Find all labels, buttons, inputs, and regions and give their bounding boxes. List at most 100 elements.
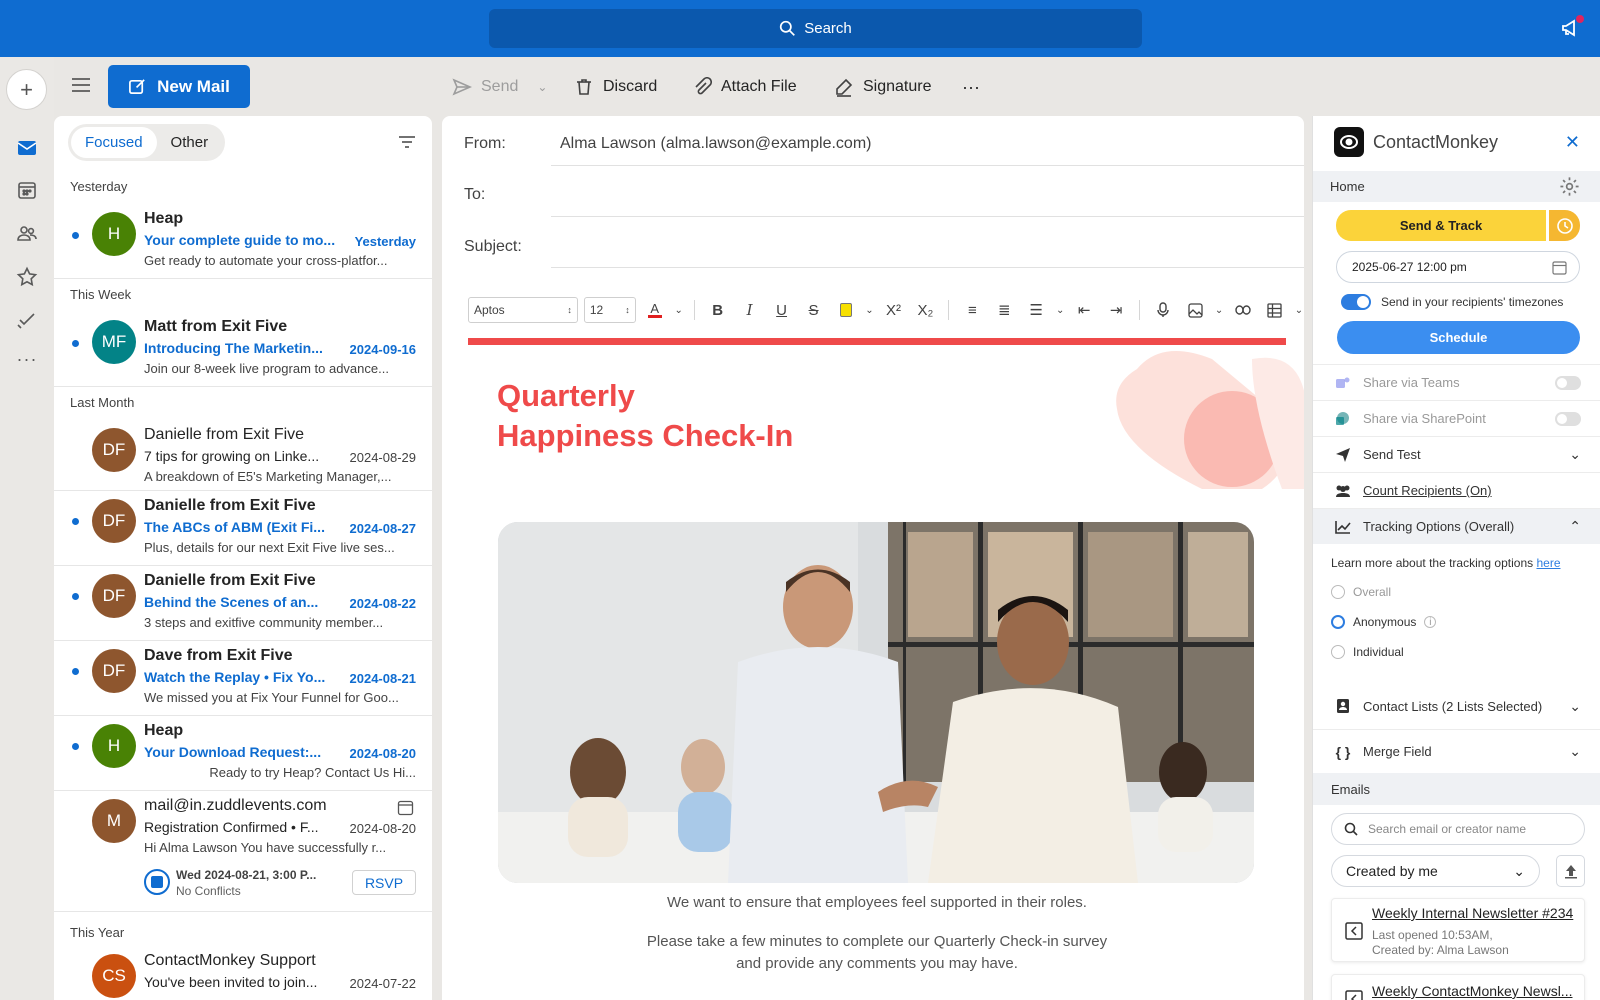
italic-icon[interactable]: I [737, 297, 763, 323]
new-mail-button[interactable]: New Mail [108, 65, 250, 108]
chevron-down-icon[interactable]: ⌄ [1569, 698, 1581, 715]
mail-item[interactable]: MF Matt from Exit Five Introducing The M… [54, 308, 432, 387]
tracking-options-row[interactable]: Tracking Options (Overall) ⌃ [1313, 508, 1600, 544]
chevron-down-icon[interactable]: ⌄ [864, 297, 874, 323]
add-app-button[interactable]: + [6, 69, 47, 110]
hamburger-menu-icon[interactable] [70, 76, 92, 94]
mail-item[interactable]: DF Danielle from Exit Five 7 tips for gr… [54, 416, 432, 491]
schedule-clock-button[interactable] [1549, 210, 1580, 241]
link-icon[interactable] [1230, 297, 1256, 323]
chevron-down-icon[interactable]: ⌄ [1569, 446, 1581, 463]
send-and-track-button[interactable]: Send & Track [1336, 210, 1546, 241]
mail-item[interactable]: DF Danielle from Exit Five The ABCs of A… [54, 491, 432, 566]
mail-item[interactable]: DF Dave from Exit Five Watch the Replay … [54, 641, 432, 716]
align-icon[interactable]: ☰ [1023, 297, 1049, 323]
chevron-down-icon[interactable]: ⌄ [1294, 297, 1304, 323]
indent-icon[interactable]: ⇥ [1103, 297, 1129, 323]
bullet-list-icon[interactable]: ≡ [959, 297, 985, 323]
subject-field[interactable] [551, 226, 1304, 266]
close-icon[interactable]: ✕ [1565, 132, 1580, 153]
outdent-icon[interactable]: ⇤ [1071, 297, 1097, 323]
signature-pen-icon [836, 78, 853, 97]
underline-icon[interactable]: U [769, 297, 795, 323]
spinner-icon: ↕ [567, 305, 572, 315]
mail-item[interactable]: M mail@in.zuddlevents.com Registration C… [54, 791, 432, 912]
microphone-icon[interactable] [1150, 297, 1176, 323]
favorites-star-icon[interactable] [16, 266, 38, 288]
from-field[interactable]: Alma Lawson (alma.lawson@example.com) [560, 135, 871, 153]
created-by-select[interactable]: Created by me ⌄ [1331, 855, 1540, 887]
mail-date: 2024-08-22 [349, 596, 417, 611]
radio-individual[interactable]: Individual [1331, 645, 1404, 659]
count-recipients-row[interactable]: Count Recipients (On) [1313, 472, 1600, 508]
schedule-datetime-input[interactable]: 2025-06-27 12:00 pm [1336, 251, 1580, 283]
chevron-up-icon[interactable]: ⌃ [1569, 518, 1581, 535]
mail-date: 2024-08-29 [349, 450, 417, 465]
subscript-icon[interactable]: X₂ [912, 297, 938, 323]
superscript-icon[interactable]: X² [880, 297, 906, 323]
chevron-down-icon[interactable]: ⌄ [674, 297, 684, 323]
radio-button-selected[interactable] [1331, 615, 1345, 629]
signature-button[interactable]: Signature [834, 73, 932, 101]
schedule-button[interactable]: Schedule [1337, 321, 1580, 354]
gear-icon[interactable] [1559, 176, 1580, 197]
numbered-list-icon[interactable]: ≣ [991, 297, 1017, 323]
people-icon[interactable] [16, 222, 38, 244]
mail-item[interactable]: DF Danielle from Exit Five Behind the Sc… [54, 566, 432, 641]
search-placeholder: Search email or creator name [1368, 822, 1527, 836]
email-title-line: Quarterly [497, 378, 635, 413]
upload-button[interactable] [1556, 855, 1585, 887]
mail-item[interactable]: H Heap Your Download Request:... 2024-08… [54, 716, 432, 791]
newsletter-title[interactable]: Weekly ContactMonkey Newsl... [1372, 983, 1577, 999]
calendar-icon[interactable] [16, 179, 38, 201]
mail-icon[interactable] [16, 137, 38, 159]
highlighter-icon[interactable] [833, 297, 859, 323]
tasks-check-icon[interactable] [16, 309, 38, 331]
megaphone-icon[interactable] [1560, 15, 1584, 39]
count-recipients-link[interactable]: Count Recipients (On) [1363, 483, 1492, 498]
timezone-toggle[interactable] [1341, 294, 1371, 310]
search-box[interactable]: Search [489, 9, 1142, 48]
send-test-row[interactable]: Send Test ⌄ [1313, 436, 1600, 472]
image-icon[interactable] [1182, 297, 1208, 323]
attach-file-button[interactable]: Attach File [692, 73, 797, 101]
contact-lists-row[interactable]: Contact Lists (2 Lists Selected) ⌄ [1313, 684, 1600, 728]
tab-other[interactable]: Other [157, 127, 223, 158]
font-color-icon[interactable]: A [642, 297, 668, 323]
merge-field-row[interactable]: { } Merge Field ⌄ [1313, 729, 1600, 773]
compose-icon [129, 79, 145, 95]
send-button[interactable]: Send ⌄ [452, 73, 547, 101]
bold-icon[interactable]: B [705, 297, 731, 323]
mail-item[interactable]: H Heap Your complete guide to mo... Yest… [54, 200, 432, 279]
rsvp-button[interactable]: RSVP [352, 870, 416, 895]
info-icon[interactable]: i [1424, 616, 1437, 628]
more-commands-button[interactable]: ··· [962, 73, 980, 101]
radio-button[interactable] [1331, 645, 1345, 659]
email-search-input[interactable]: Search email or creator name [1331, 813, 1585, 845]
mail-item[interactable]: CS ContactMonkey Support You've been inv… [54, 946, 432, 1000]
radio-button[interactable] [1331, 585, 1345, 599]
chevron-down-icon[interactable]: ⌄ [1214, 297, 1224, 323]
tracking-here-link[interactable]: here [1536, 556, 1560, 570]
share-sharepoint-toggle[interactable] [1555, 411, 1581, 426]
table-icon[interactable] [1262, 297, 1288, 323]
chevron-down-icon[interactable]: ⌄ [1569, 743, 1581, 760]
newsletter-card[interactable]: Weekly ContactMonkey Newsl... [1331, 974, 1585, 1000]
newsletter-card[interactable]: Weekly Internal Newsletter #234 Last ope… [1331, 898, 1585, 962]
font-name-select[interactable]: Aptos ↕ [468, 297, 578, 323]
discard-button[interactable]: Discard [574, 73, 657, 101]
chevron-down-icon[interactable]: ⌄ [1055, 297, 1065, 323]
to-field[interactable] [551, 174, 1304, 214]
chevron-down-icon[interactable]: ⌄ [537, 80, 547, 94]
radio-overall[interactable]: Overall [1331, 585, 1391, 599]
radio-anonymous[interactable]: Anonymous i [1331, 615, 1437, 629]
font-size-select[interactable]: 12 ↕ [583, 297, 636, 323]
filter-icon[interactable] [398, 134, 416, 150]
tab-focused[interactable]: Focused [71, 127, 157, 158]
newsletter-title[interactable]: Weekly Internal Newsletter #234 [1372, 905, 1573, 921]
more-apps-icon[interactable]: ··· [16, 349, 38, 371]
share-teams-toggle[interactable] [1555, 375, 1581, 390]
strikethrough-icon[interactable]: S [801, 297, 827, 323]
tracking-info: Learn more about the tracking options he… [1331, 556, 1561, 570]
mail-subject: Registration Confirmed • F... [144, 819, 319, 835]
